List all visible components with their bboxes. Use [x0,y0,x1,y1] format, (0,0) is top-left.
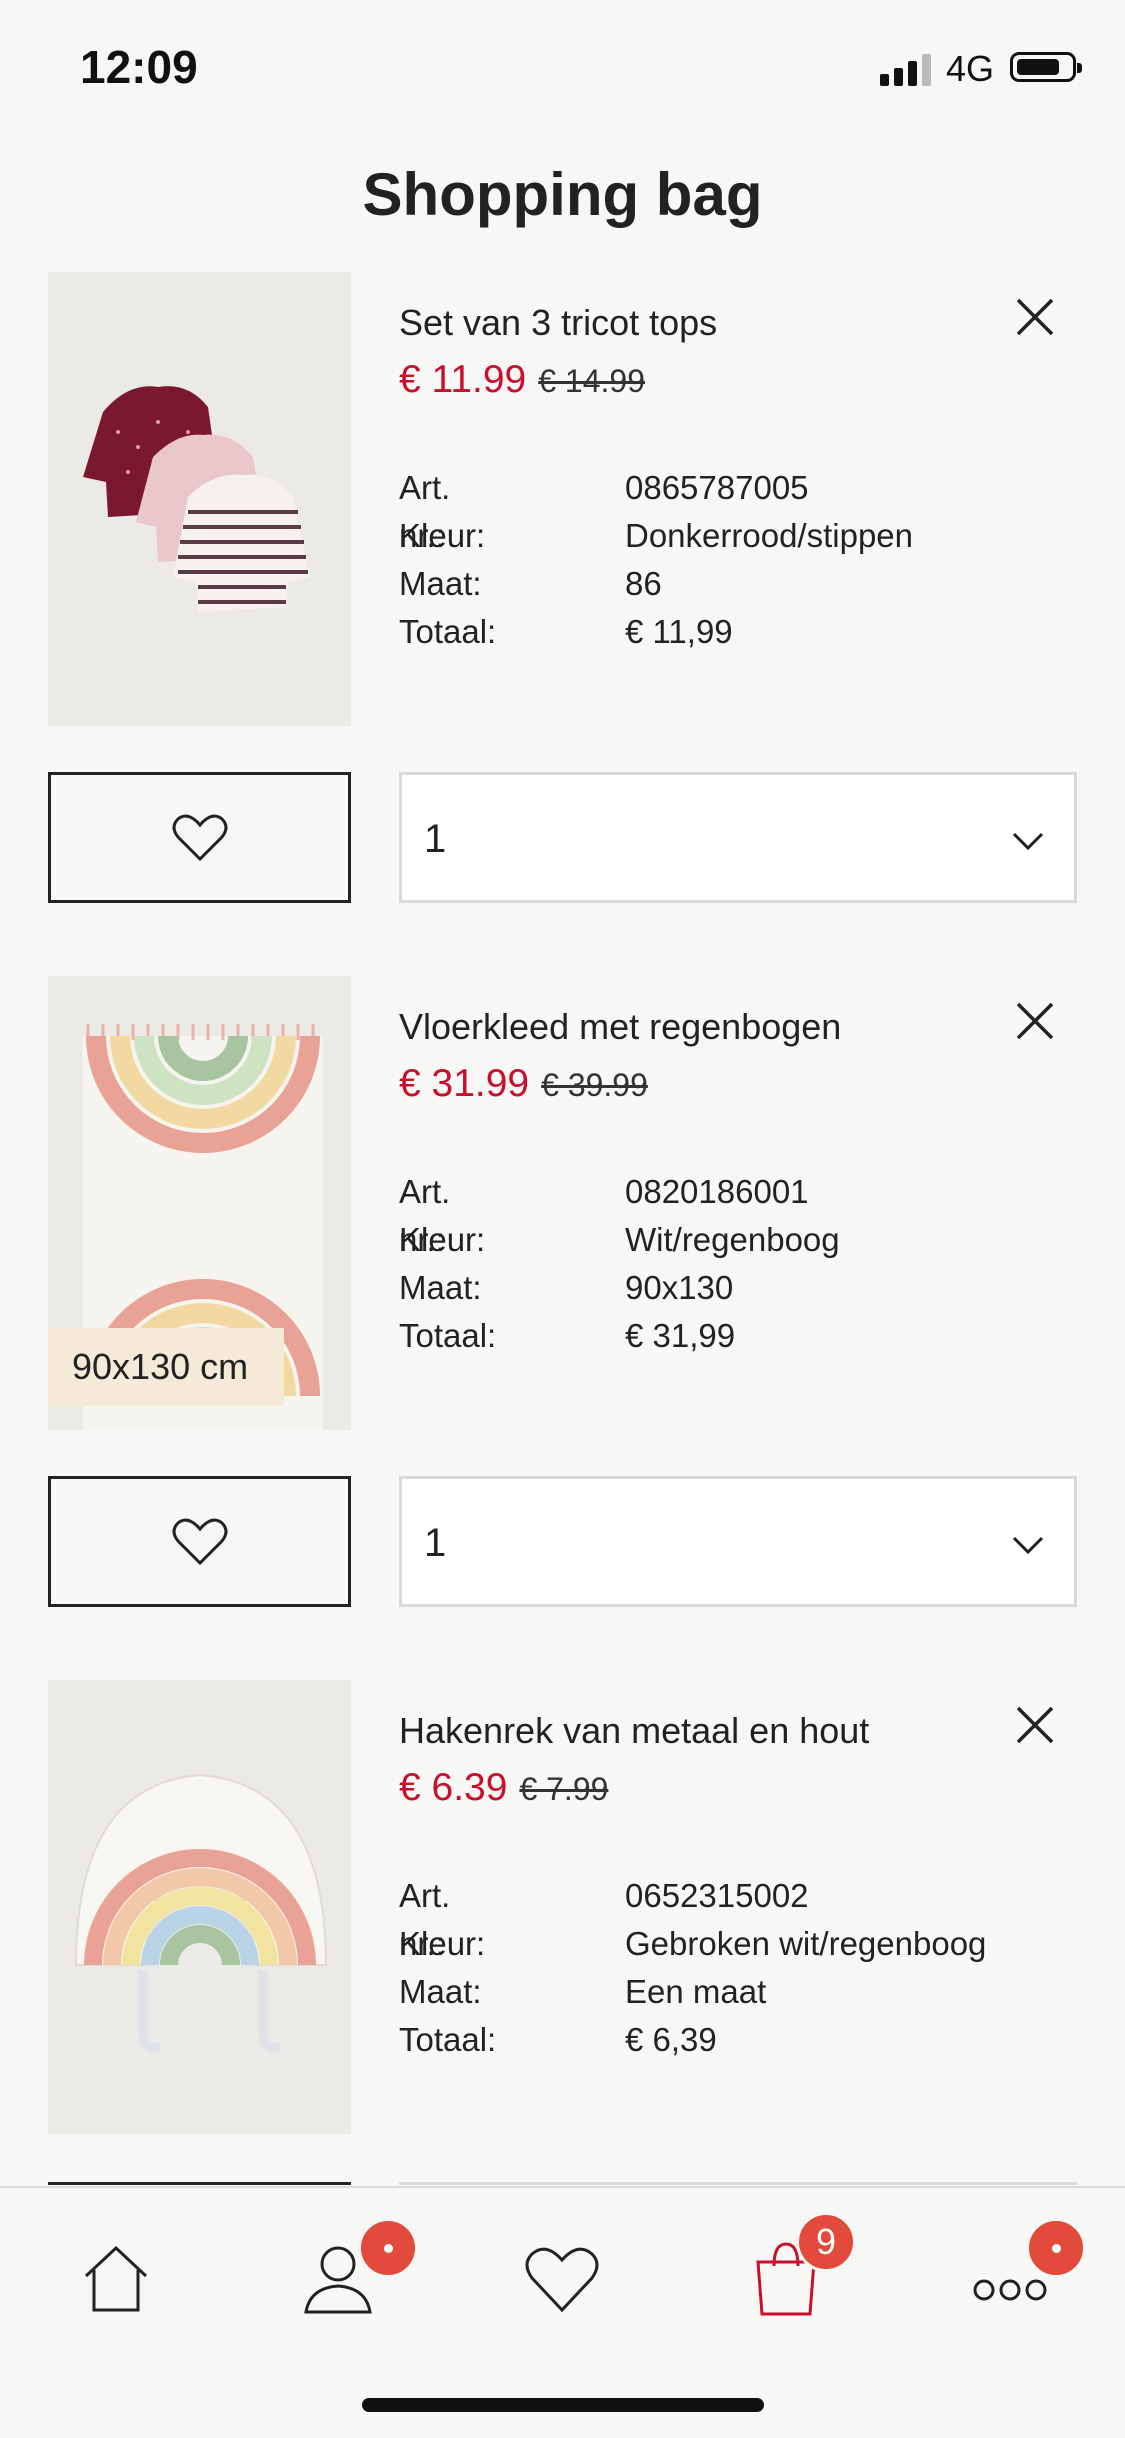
price-row: € 6.39 € 7.99 [399,1766,608,1810]
color-value: Gebroken wit/regenboog [625,1925,987,1962]
total-value: € 6,39 [625,2021,717,2058]
home-indicator [362,2398,764,2412]
total-label: Totaal: [399,2021,497,2058]
sale-price: € 6.39 [399,1766,508,1809]
heart-icon [172,814,227,861]
favourites-icon [525,2247,599,2313]
size-tag: 90x130 cm [48,1328,284,1406]
size-label: Maat: [399,1973,482,2010]
art-nr-value: 0820186001 [625,1173,809,1210]
original-price: € 14.99 [538,363,645,399]
bag-count-badge: 9 [796,2212,856,2272]
product-image[interactable] [48,1680,351,2134]
product-name[interactable]: Set van 3 tricot tops [399,302,717,344]
color-label: Kleur: [399,1925,486,1962]
total-value: € 31,99 [625,1317,736,1354]
total-label: Totaal: [399,1317,497,1354]
notification-badge [1026,2218,1086,2278]
product-name[interactable]: Hakenrek van metaal en hout [399,1710,869,1752]
price-row: € 31.99 € 39.99 [399,1062,648,1106]
color-value: Wit/regenboog [625,1221,840,1258]
color-label: Kleur: [399,1221,486,1258]
add-to-favourites-button[interactable] [48,772,351,903]
quantity-select[interactable]: 1 [399,1476,1077,1607]
product-image[interactable] [48,272,351,726]
quantity-select[interactable]: 1 [399,772,1077,903]
original-price: € 39.99 [541,1067,648,1103]
sale-price: € 11.99 [399,358,527,401]
sale-price: € 31.99 [399,1062,530,1105]
heart-icon [172,1518,227,1565]
nav-more[interactable] [950,2218,1086,2338]
quantity-value: 1 [424,817,447,861]
close-icon [1016,1706,1054,1744]
remove-item-button[interactable] [1010,1700,1060,1750]
chevron-down-icon [1012,832,1044,851]
bag-item: 90x130 cm Vloerkleed met regenbogen € 31… [0,976,1125,1616]
page-title: Shopping bag [362,161,763,228]
original-price: € 7.99 [519,1771,609,1807]
close-icon [1016,298,1054,336]
size-label: Maat: [399,565,482,602]
hook-rack-photo-icon [48,1680,351,2134]
home-icon [84,2245,148,2312]
size-value: Een maat [625,1973,767,2010]
close-icon [1016,1002,1054,1040]
nav-bag[interactable]: 9 [726,2212,856,2338]
notification-badge [358,2218,418,2278]
color-value: Donkerrood/stippen [625,517,914,554]
bag-item: Set van 3 tricot tops € 11.99 € 14.99 Art… [0,272,1125,912]
nav-account[interactable] [278,2218,418,2338]
product-name[interactable]: Vloerkleed met regenbogen [399,1006,841,1048]
chevron-down-icon [1012,1536,1044,1555]
tops-photo-icon [48,272,351,726]
size-label: Maat: [399,1269,482,1306]
size-value: 90x130 [625,1269,734,1306]
nav-home[interactable] [56,2228,176,2338]
quantity-value: 1 [424,1521,447,1565]
art-nr-value: 0652315002 [625,1877,809,1914]
size-value: 86 [625,565,662,602]
total-label: Totaal: [399,613,497,650]
product-image[interactable]: 90x130 cm [48,976,351,1430]
network-type: 4G [946,48,995,89]
signal-icon [880,54,932,86]
nav-favourites[interactable] [502,2228,622,2338]
remove-item-button[interactable] [1010,292,1060,342]
price-row: € 11.99 € 14.99 [399,358,645,402]
remove-item-button[interactable] [1010,996,1060,1046]
battery-icon [1010,52,1082,82]
color-label: Kleur: [399,517,486,554]
status-time: 12:09 [80,41,198,93]
add-to-favourites-button[interactable] [48,1476,351,1607]
status-bar: 12:09 4G [0,0,1125,140]
art-nr-value: 0865787005 [625,469,809,506]
total-value: € 11,99 [625,613,733,650]
